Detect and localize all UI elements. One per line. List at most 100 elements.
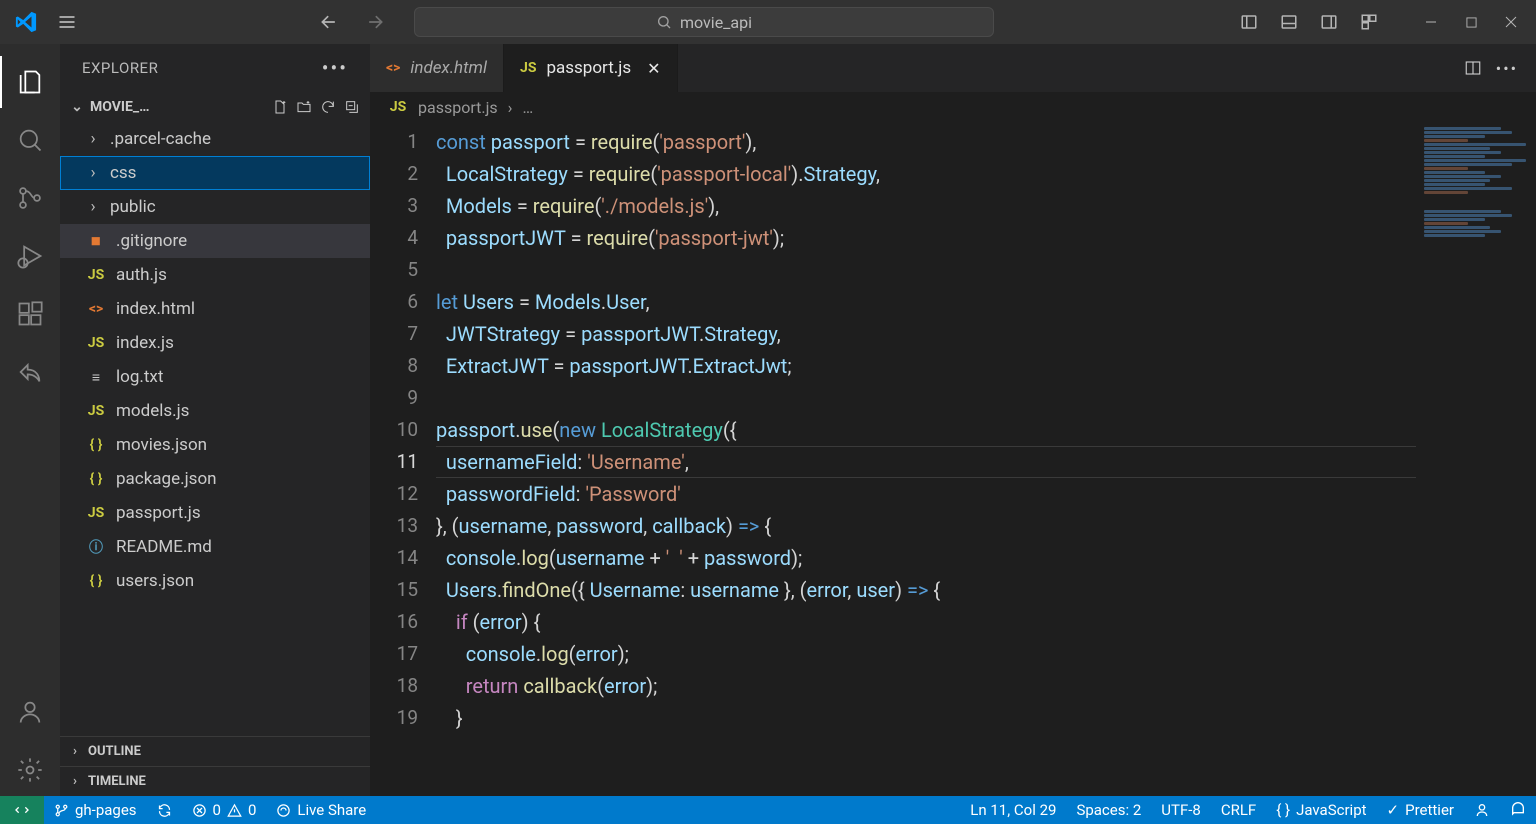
command-center-search[interactable]: movie_api <box>414 7 994 37</box>
tree-item-label: .gitignore <box>116 231 187 251</box>
timeline-section[interactable]: › TIMELINE <box>60 766 370 796</box>
maximize-icon[interactable] <box>1454 5 1488 39</box>
breadcrumb-rest: … <box>522 98 533 117</box>
feedback-icon[interactable] <box>1464 796 1500 824</box>
activity-search-icon[interactable] <box>0 114 60 166</box>
live-share-indicator[interactable]: Live Share <box>266 796 376 824</box>
nav-back-icon[interactable] <box>312 5 346 39</box>
notifications-icon[interactable] <box>1500 796 1536 824</box>
activity-extensions-icon[interactable] <box>0 288 60 340</box>
txt-file-icon: ≡ <box>86 369 106 386</box>
tree-item-label: index.js <box>116 333 174 353</box>
chevron-down-icon: ⌄ <box>70 99 84 115</box>
refresh-icon[interactable] <box>320 99 336 115</box>
sync-indicator[interactable] <box>147 796 182 824</box>
tree-folder[interactable]: ›.parcel-cache <box>60 122 370 156</box>
language-indicator[interactable]: { } JavaScript <box>1266 796 1376 824</box>
minimap[interactable] <box>1420 126 1530 356</box>
tree-file[interactable]: <>index.html <box>60 292 370 326</box>
eol-indicator[interactable]: CRLF <box>1211 796 1266 824</box>
tree-folder[interactable]: ›public <box>60 190 370 224</box>
close-tab-icon[interactable]: ✕ <box>647 59 660 78</box>
chevron-right-icon: › <box>68 744 82 759</box>
new-file-icon[interactable] <box>272 99 288 115</box>
remote-indicator[interactable] <box>0 796 44 824</box>
menu-icon[interactable] <box>50 5 84 39</box>
tree-file[interactable]: JSpassport.js <box>60 496 370 530</box>
collapse-all-icon[interactable] <box>344 99 360 115</box>
prettier-indicator[interactable]: ✓ Prettier <box>1377 796 1464 824</box>
layout-sidebar-right-icon[interactable] <box>1312 5 1346 39</box>
code-content[interactable]: const passport = require('passport'), Lo… <box>436 122 1536 796</box>
code-editor[interactable]: 12345678910111213141516171819 const pass… <box>370 122 1536 796</box>
activity-account-icon[interactable] <box>0 686 60 738</box>
indentation-indicator[interactable]: Spaces: 2 <box>1066 796 1151 824</box>
braces-icon: { } <box>1276 801 1290 819</box>
tree-item-label: auth.js <box>116 265 167 285</box>
warning-icon <box>227 803 242 818</box>
breadcrumb-file: passport.js <box>418 98 498 117</box>
search-icon <box>656 14 672 30</box>
tab-index-html[interactable]: <> index.html <box>370 44 504 92</box>
html-file-icon: <> <box>386 60 400 76</box>
nav-forward-icon[interactable] <box>358 5 392 39</box>
tab-more-icon[interactable]: ••• <box>1496 59 1518 78</box>
sidebar-header: EXPLORER ••• <box>60 44 370 92</box>
tree-item-label: css <box>110 163 136 183</box>
branch-indicator[interactable]: gh-pages <box>44 796 147 824</box>
line-gutter: 12345678910111213141516171819 <box>370 122 436 796</box>
layout-customize-icon[interactable] <box>1352 5 1386 39</box>
cursor-position[interactable]: Ln 11, Col 29 <box>960 796 1066 824</box>
error-icon <box>192 803 207 818</box>
outline-section[interactable]: › OUTLINE <box>60 736 370 766</box>
activity-explorer-icon[interactable] <box>0 56 60 108</box>
js-file-icon: JS <box>86 267 106 283</box>
activity-bar <box>0 44 60 796</box>
cursor-text: Ln 11, Col 29 <box>970 801 1056 819</box>
folder-root-row[interactable]: ⌄ MOVIE_… <box>60 92 370 122</box>
problems-indicator[interactable]: 0 0 <box>182 796 267 824</box>
editor-area: <>index.htmlJSpassport.js✕ ••• JS passpo… <box>370 44 1536 796</box>
search-text: movie_api <box>680 13 752 32</box>
js-file-icon: JS <box>86 335 106 351</box>
warning-count: 0 <box>248 801 256 819</box>
activity-settings-icon[interactable] <box>0 744 60 796</box>
tree-file[interactable]: ≡log.txt <box>60 360 370 394</box>
close-window-icon[interactable] <box>1494 5 1528 39</box>
check-icon: ✓ <box>1387 801 1400 819</box>
tree-item-label: movies.json <box>116 435 207 455</box>
vscode-logo-icon <box>14 10 38 34</box>
tree-file[interactable]: JS index.js <box>60 326 370 360</box>
js-file-icon: JS <box>86 403 106 419</box>
eol-text: CRLF <box>1221 801 1256 819</box>
sidebar-more-icon[interactable]: ••• <box>322 56 348 80</box>
tree-file[interactable]: { }users.json <box>60 564 370 598</box>
encoding-text: UTF-8 <box>1161 801 1201 819</box>
encoding-indicator[interactable]: UTF-8 <box>1151 796 1211 824</box>
minimize-icon[interactable] <box>1414 5 1448 39</box>
sync-icon <box>157 803 172 818</box>
tab-label: index.html <box>410 58 487 78</box>
breadcrumb[interactable]: JS passport.js › … <box>370 92 1536 122</box>
activity-debug-icon[interactable] <box>0 230 60 282</box>
activity-liveshare-icon[interactable] <box>0 346 60 398</box>
tree-file[interactable]: { }movies.json <box>60 428 370 462</box>
spaces-text: Spaces: 2 <box>1076 801 1141 819</box>
tree-file[interactable]: JS auth.js <box>60 258 370 292</box>
new-folder-icon[interactable] <box>296 99 312 115</box>
tree-folder[interactable]: ›css <box>60 156 370 190</box>
layout-panel-icon[interactable] <box>1272 5 1306 39</box>
js-file-icon: JS <box>388 99 408 115</box>
file-tree[interactable]: ›.parcel-cache›css›public◆.gitignore JS au… <box>60 122 370 736</box>
tree-file[interactable]: ⓘREADME.md <box>60 530 370 564</box>
tree-file[interactable]: JS models.js <box>60 394 370 428</box>
tree-file[interactable]: { }package.json <box>60 462 370 496</box>
tab-passport-js[interactable]: JSpassport.js✕ <box>504 44 678 92</box>
activity-scm-icon[interactable] <box>0 172 60 224</box>
tree-file[interactable]: ◆.gitignore <box>60 224 370 258</box>
tree-item-label: models.js <box>116 401 189 421</box>
md-file-icon: ⓘ <box>86 537 106 557</box>
tree-item-label: public <box>110 197 156 217</box>
split-editor-icon[interactable] <box>1464 59 1482 77</box>
layout-sidebar-left-icon[interactable] <box>1232 5 1266 39</box>
